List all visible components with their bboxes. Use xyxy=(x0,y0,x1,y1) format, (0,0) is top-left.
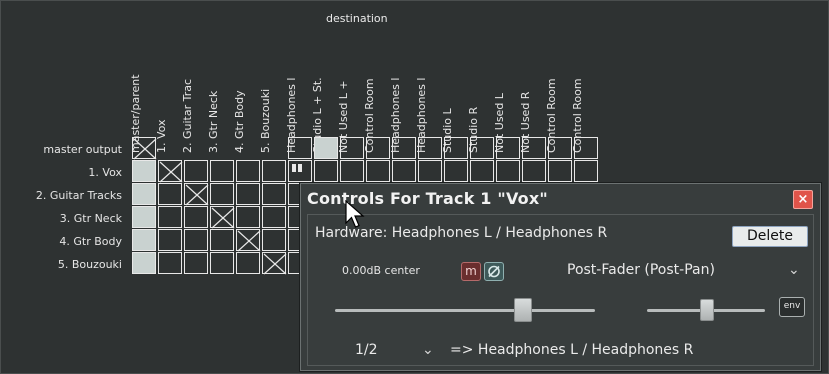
chevron-down-icon[interactable]: ⌄ xyxy=(788,262,800,278)
matrix-cell-disabled xyxy=(132,137,157,160)
matrix-cell[interactable] xyxy=(210,160,234,182)
matrix-cell[interactable] xyxy=(522,160,546,182)
matrix-cell[interactable] xyxy=(236,252,260,274)
matrix-cell[interactable] xyxy=(158,183,182,205)
matrix-cell[interactable] xyxy=(548,160,572,182)
cross-icon xyxy=(237,230,261,252)
matrix-cell[interactable] xyxy=(210,252,234,274)
volume-pan-readout: 0.00dB center xyxy=(342,264,420,277)
row-label: master output xyxy=(43,143,122,156)
matrix-cell[interactable] xyxy=(262,206,286,228)
matrix-cell[interactable] xyxy=(314,160,338,182)
matrix-cell[interactable] xyxy=(366,137,390,159)
matrix-cell[interactable] xyxy=(288,137,312,159)
track-controls-dialog: Controls For Track 1 "Vox" × Hardware: H… xyxy=(300,183,821,371)
matrix-cell[interactable] xyxy=(158,252,182,274)
matrix-cell[interactable] xyxy=(132,183,156,205)
row-label: 1. Vox xyxy=(88,166,122,179)
matrix-cell[interactable] xyxy=(444,137,468,159)
phase-icon xyxy=(488,265,500,278)
matrix-cell[interactable] xyxy=(366,160,390,182)
matrix-cell[interactable] xyxy=(496,137,520,159)
volume-slider-thumb[interactable] xyxy=(514,298,533,322)
matrix-cell[interactable] xyxy=(574,137,598,159)
matrix-cell[interactable] xyxy=(392,160,416,182)
row-label: 4. Gtr Body xyxy=(59,235,122,248)
matrix-cell[interactable] xyxy=(262,229,286,251)
matrix-cell[interactable] xyxy=(418,137,442,159)
matrix-cell[interactable] xyxy=(132,206,156,228)
mute-button[interactable]: m xyxy=(461,262,481,281)
matrix-cell-disabled xyxy=(236,229,261,252)
envelope-button[interactable]: env xyxy=(779,297,805,317)
column-header: Control Room xyxy=(571,33,604,153)
matrix-cell[interactable] xyxy=(236,206,260,228)
destination-heading: destination xyxy=(326,12,388,25)
matrix-cell[interactable] xyxy=(470,137,494,159)
matrix-cell[interactable] xyxy=(236,160,260,182)
source-channel-select[interactable]: 1/2 xyxy=(355,342,378,358)
matrix-cell[interactable] xyxy=(132,252,156,274)
matrix-cell[interactable] xyxy=(392,137,416,159)
pan-slider-thumb[interactable] xyxy=(700,299,714,321)
dialog-title: Controls For Track 1 "Vox" xyxy=(307,189,548,208)
send-mode-select[interactable]: Post-Fader (Post-Pan) xyxy=(567,262,715,278)
column-header-label: 2. Guitar Trac xyxy=(181,78,194,153)
matrix-cell[interactable] xyxy=(314,137,338,159)
row-label: 3. Gtr Neck xyxy=(59,212,122,225)
matrix-cell[interactable] xyxy=(236,183,260,205)
matrix-cell[interactable] xyxy=(548,137,572,159)
matrix-cell[interactable] xyxy=(470,160,494,182)
close-icon[interactable]: × xyxy=(793,190,813,209)
matrix-cell[interactable] xyxy=(158,229,182,251)
matrix-cell[interactable] xyxy=(444,160,468,182)
matrix-cell[interactable] xyxy=(288,160,312,182)
matrix-cell[interactable] xyxy=(262,160,286,182)
matrix-cell[interactable] xyxy=(184,252,208,274)
matrix-cell-disabled xyxy=(158,160,183,183)
column-header-label: 1. Vox xyxy=(155,119,168,153)
delete-button[interactable]: Delete xyxy=(732,226,808,247)
cross-icon xyxy=(211,207,235,229)
volume-slider-track[interactable] xyxy=(335,309,595,312)
level-meter-icon xyxy=(292,164,302,172)
matrix-cell[interactable] xyxy=(574,160,598,182)
matrix-cell[interactable] xyxy=(262,183,286,205)
row-label: 2. Guitar Tracks xyxy=(35,189,122,202)
matrix-cell[interactable] xyxy=(210,183,234,205)
row-label: 5. Bouzouki xyxy=(57,258,122,271)
cross-icon xyxy=(263,253,287,275)
column-header-label: 3. Gtr Neck xyxy=(207,90,220,153)
matrix-cell[interactable] xyxy=(132,160,156,182)
chevron-down-icon[interactable]: ⌄ xyxy=(422,342,434,358)
matrix-cell[interactable] xyxy=(496,160,520,182)
phase-invert-button[interactable] xyxy=(484,262,504,281)
cross-icon xyxy=(159,161,183,183)
cross-icon xyxy=(133,138,157,160)
column-header-label: 5. Bouzouki xyxy=(259,88,272,153)
matrix-cell[interactable] xyxy=(158,206,182,228)
matrix-cell[interactable] xyxy=(132,229,156,251)
matrix-cell[interactable] xyxy=(340,160,364,182)
matrix-cell[interactable] xyxy=(184,160,208,182)
cross-icon xyxy=(185,184,209,206)
matrix-cell-disabled xyxy=(184,183,209,206)
matrix-cell[interactable] xyxy=(184,229,208,251)
matrix-cell-disabled xyxy=(210,206,235,229)
matrix-cell[interactable] xyxy=(522,137,546,159)
destination-channel-label: => Headphones L / Headphones R xyxy=(450,342,694,358)
column-header-label: 4. Gtr Body xyxy=(233,90,246,153)
matrix-cell[interactable] xyxy=(340,137,364,159)
mouse-cursor-icon xyxy=(345,200,365,228)
matrix-cell-disabled xyxy=(262,252,287,275)
matrix-cell[interactable] xyxy=(184,206,208,228)
matrix-cell[interactable] xyxy=(210,229,234,251)
matrix-cell[interactable] xyxy=(418,160,442,182)
